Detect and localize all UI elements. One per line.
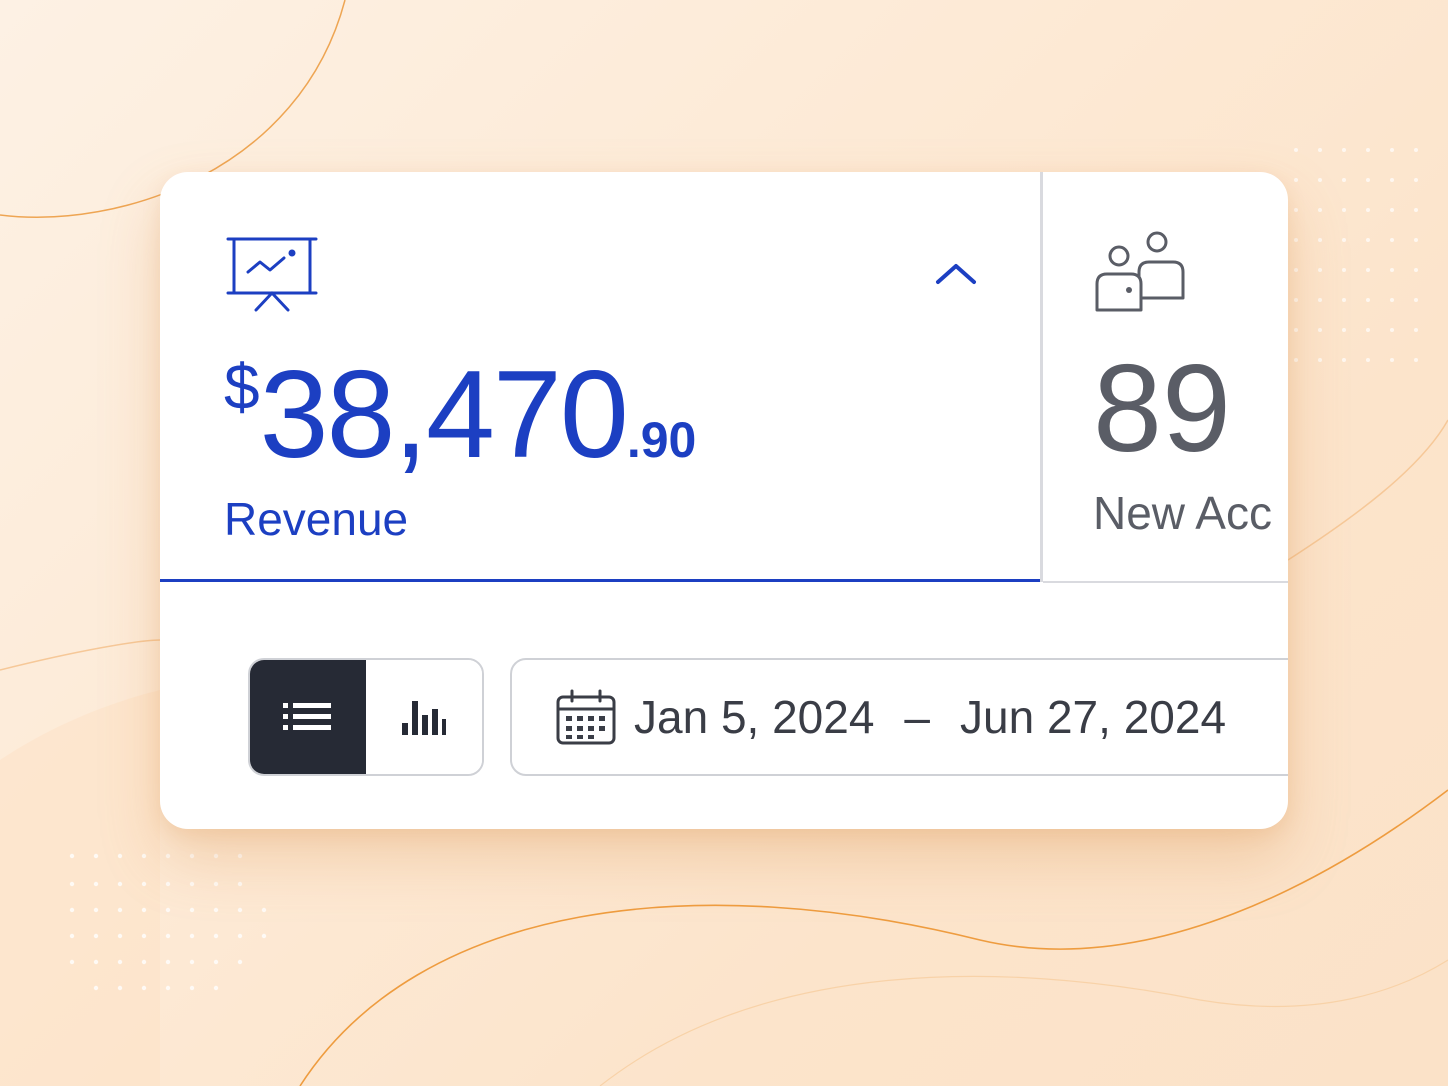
chevron-up-icon[interactable] — [934, 260, 978, 288]
revenue-integer: 38,470 — [259, 346, 629, 484]
revenue-label: Revenue — [224, 493, 409, 545]
date-range-end: Jun 27, 2024 — [960, 691, 1227, 743]
revenue-stat-tab[interactable]: $38,470.90 Revenue — [160, 172, 1040, 582]
new-accounts-label: New Acc — [1093, 487, 1272, 539]
calendar-icon — [556, 689, 616, 745]
new-accounts-value: 89 — [1093, 340, 1231, 478]
bar-chart-icon — [401, 701, 446, 735]
date-range-start: Jan 5, 2024 — [634, 691, 875, 743]
revenue-value: $38,470.90 — [224, 344, 696, 486]
new-accounts-stat-tab[interactable]: 89 New Acc — [1043, 172, 1288, 583]
users-icon — [1095, 231, 1185, 312]
stats-card: $38,470.90 Revenue 89 New Acc Jan 5, 202… — [160, 172, 1288, 829]
date-range-separator: – — [904, 691, 931, 743]
revenue-currency: $ — [224, 351, 260, 423]
date-range-picker[interactable]: Jan 5, 2024 – Jun 27, 2024 — [510, 658, 1288, 776]
presentation-chart-icon — [226, 237, 318, 312]
chart-view-button[interactable] — [365, 660, 482, 774]
list-view-button[interactable] — [250, 660, 366, 774]
view-toggle — [248, 658, 484, 776]
revenue-cents: .90 — [626, 412, 697, 468]
list-icon — [282, 703, 331, 730]
